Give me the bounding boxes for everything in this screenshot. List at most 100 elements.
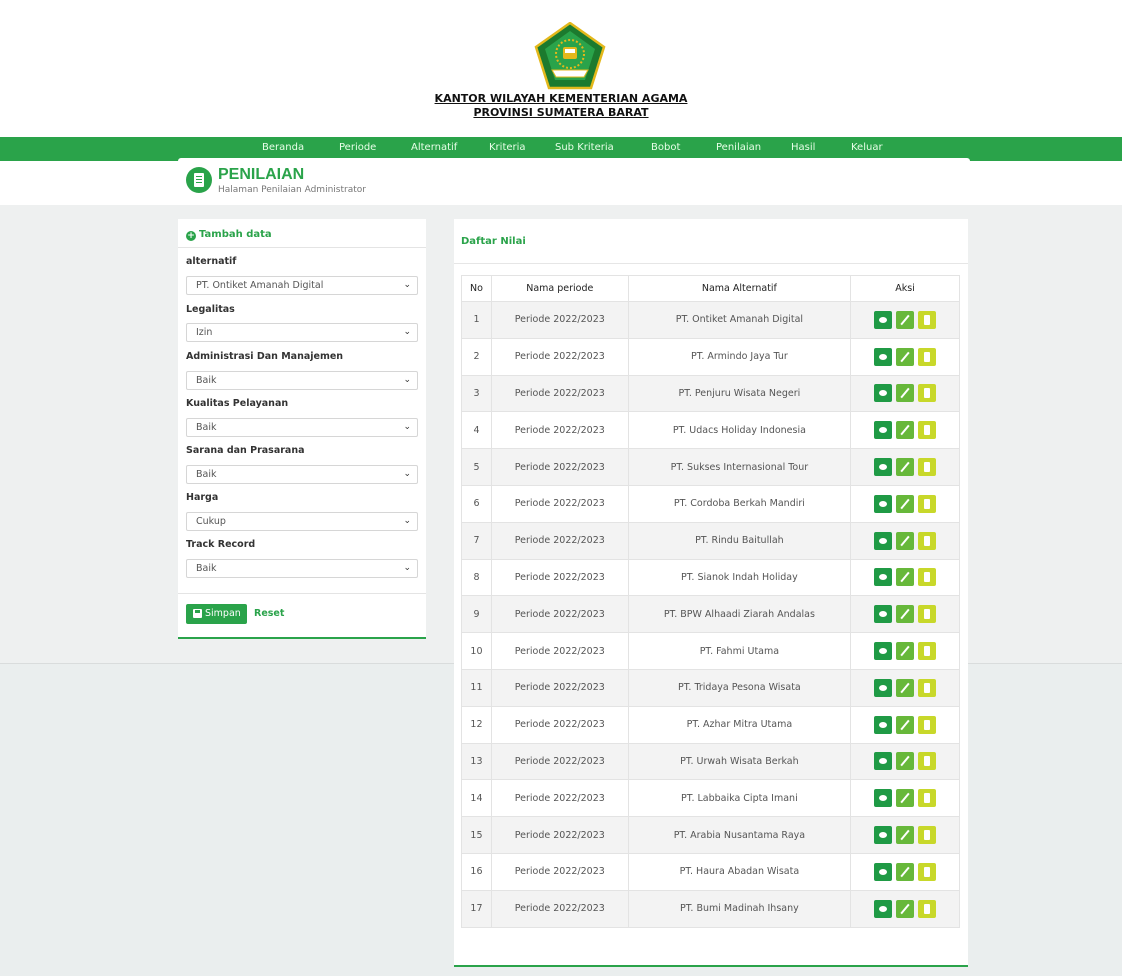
cell-periode: Periode 2022/2023 [490,632,629,670]
pencil-icon[interactable] [896,752,915,771]
trash-icon[interactable] [918,642,937,661]
trash-icon[interactable] [918,789,937,808]
cell-no: 12 [461,705,492,744]
trash-icon[interactable] [918,605,937,624]
nav-penilaian[interactable]: Penilaian [716,142,761,153]
eye-icon[interactable] [874,384,893,403]
trash-icon[interactable] [918,494,937,513]
pencil-icon[interactable] [896,494,915,513]
trash-icon[interactable] [918,899,937,918]
nav-hasil[interactable]: Hasil [791,142,815,153]
eye-icon[interactable] [874,715,893,734]
trash-icon[interactable] [918,421,937,440]
field-label-harga: Harga [186,492,219,503]
select-kualitas-pelayanan[interactable]: Baik ⌄ [186,418,418,437]
cell-alternatif: PT. Urwah Wisata Berkah [627,742,852,781]
field-label-legalitas: Legalitas [186,304,235,315]
eye-icon[interactable] [874,568,893,587]
eye-icon[interactable] [874,347,893,366]
nav-sub-kriteria[interactable]: Sub Kriteria [555,142,614,153]
pencil-icon[interactable] [896,458,915,477]
pencil-icon[interactable] [896,531,915,550]
save-button[interactable]: Simpan [186,604,247,624]
pencil-icon[interactable] [896,826,915,845]
col-header-alternatif: Nama Alternatif [627,275,852,302]
eye-icon[interactable] [874,458,893,477]
nav-alternatif[interactable]: Alternatif [411,142,457,153]
eye-icon[interactable] [874,531,893,550]
pencil-icon[interactable] [896,789,915,808]
nav-keluar[interactable]: Keluar [851,142,883,153]
select-value: Izin [196,327,213,338]
trash-icon[interactable] [918,310,937,329]
cell-periode: Periode 2022/2023 [490,484,629,523]
cell-actions [850,448,960,486]
nav-bobot[interactable]: Bobot [651,142,680,153]
table-row: 16 Periode 2022/2023 PT. Haura Abadan Wisa… [461,852,960,891]
reset-button[interactable]: Reset [254,608,284,619]
nav-beranda[interactable]: Beranda [262,142,304,153]
cell-periode: Periode 2022/2023 [490,705,629,744]
pencil-icon[interactable] [896,310,915,329]
table-body: 1 Periode 2022/2023 PT. Ontiket Amanah Dig… [461,301,960,928]
trash-icon[interactable] [918,347,937,366]
add-data-link[interactable]: + Tambah data [186,229,272,241]
select-track-record[interactable]: Baik ⌄ [186,559,418,578]
nav-kriteria[interactable]: Kriteria [489,142,526,153]
trash-icon[interactable] [918,678,937,697]
chevron-down-icon: ⌄ [403,516,411,526]
pencil-icon[interactable] [896,605,915,624]
nav-periode[interactable]: Periode [339,142,376,153]
eye-icon[interactable] [874,678,893,697]
cell-periode: Periode 2022/2023 [490,521,629,560]
trash-icon[interactable] [918,826,937,845]
pencil-icon[interactable] [896,384,915,403]
cell-actions [850,889,960,928]
trash-icon[interactable] [918,384,937,403]
clipboard-icon [186,167,212,193]
cell-alternatif: PT. Arabia Nusantama Raya [627,816,852,854]
cell-periode: Periode 2022/2023 [490,558,629,597]
cell-periode: Periode 2022/2023 [490,337,629,376]
field-label-administrasi: Administrasi Dan Manajemen [186,351,344,362]
site-header: KANTOR WILAYAH KEMENTERIAN AGAMA PROVINS… [0,0,1122,135]
pencil-icon[interactable] [896,347,915,366]
eye-icon[interactable] [874,862,893,881]
trash-icon[interactable] [918,531,937,550]
eye-icon[interactable] [874,899,893,918]
pencil-icon[interactable] [896,899,915,918]
pencil-icon[interactable] [896,568,915,587]
eye-icon[interactable] [874,421,893,440]
eye-icon[interactable] [874,826,893,845]
trash-icon[interactable] [918,568,937,587]
eye-icon[interactable] [874,789,893,808]
page-title: PENILAIAN [218,166,305,183]
select-legalitas[interactable]: Izin ⌄ [186,323,418,342]
cell-no: 8 [461,558,492,597]
pencil-icon[interactable] [896,678,915,697]
eye-icon[interactable] [874,494,893,513]
pencil-icon[interactable] [896,862,915,881]
eye-icon[interactable] [874,752,893,771]
cell-periode: Periode 2022/2023 [490,301,629,339]
select-harga[interactable]: Cukup ⌄ [186,512,418,531]
cell-no: 2 [461,337,492,376]
row-actions [851,789,959,808]
trash-icon[interactable] [918,458,937,477]
cell-actions [850,374,960,413]
cell-periode: Periode 2022/2023 [490,779,629,818]
row-actions [851,421,959,440]
trash-icon[interactable] [918,752,937,771]
cell-actions [850,558,960,597]
select-sarana[interactable]: Baik ⌄ [186,465,418,484]
select-administrasi[interactable]: Baik ⌄ [186,371,418,390]
eye-icon[interactable] [874,310,893,329]
pencil-icon[interactable] [896,715,915,734]
select-alternatif[interactable]: PT. Ontiket Amanah Digital ⌄ [186,276,418,295]
trash-icon[interactable] [918,862,937,881]
trash-icon[interactable] [918,715,937,734]
eye-icon[interactable] [874,642,893,661]
pencil-icon[interactable] [896,642,915,661]
eye-icon[interactable] [874,605,893,624]
pencil-icon[interactable] [896,421,915,440]
